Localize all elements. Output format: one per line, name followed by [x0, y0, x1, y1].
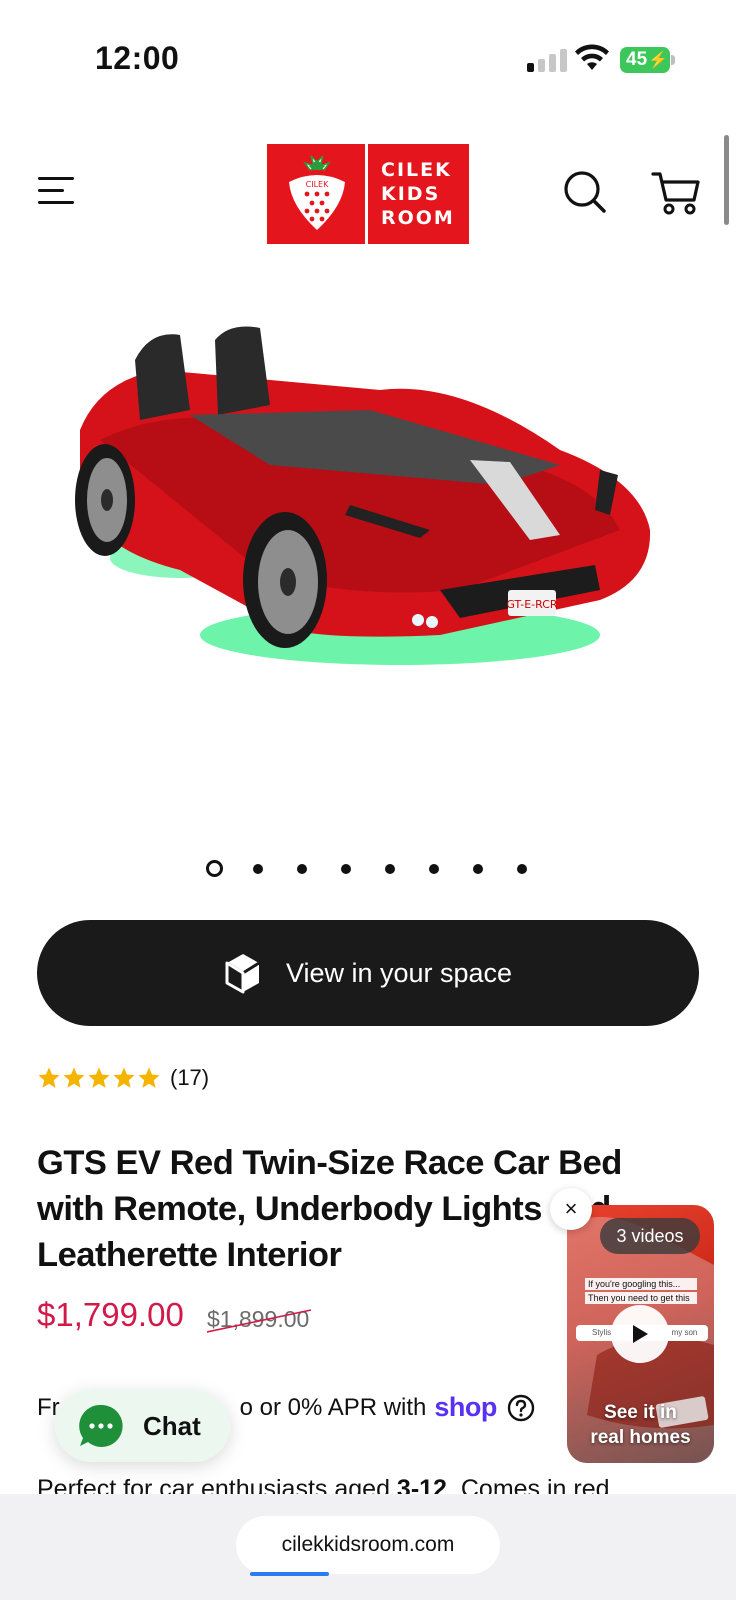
battery-level: 45 [626, 49, 648, 70]
video-count-badge: 3 videos [600, 1218, 700, 1254]
status-bar: 12:00 45 ⚡ [0, 0, 736, 120]
search-icon[interactable] [561, 168, 609, 216]
rating-stars [37, 1066, 162, 1090]
site-header: CILEK CILEK KIDS ROOM [0, 120, 736, 270]
scroll-indicator [724, 135, 729, 225]
star-icon [63, 1067, 85, 1088]
hamburger-menu-icon[interactable] [38, 175, 78, 207]
view-in-your-space-label: View in your space [285, 957, 513, 988]
logo-line-2: KIDS [381, 183, 441, 205]
view-in-your-space-button[interactable]: View in your space [37, 920, 699, 1026]
video-cta-line-2: real homes [590, 1427, 691, 1448]
brand-logo[interactable]: CILEK CILEK KIDS ROOM [267, 144, 469, 244]
browser-bottom-bar: cilekkidsroom.com [0, 1494, 736, 1600]
sale-price: $1,799.00 [37, 1296, 184, 1333]
address-bar[interactable]: cilekkidsroom.com [236, 1516, 500, 1574]
review-count: (17) [170, 1065, 210, 1090]
price-strikethrough [207, 1309, 312, 1333]
battery-charging-icon: 45 ⚡ [620, 47, 670, 73]
help-question-icon[interactable] [507, 1394, 535, 1422]
video-caption-line-1: If you're googling this... [585, 1278, 697, 1290]
video-cta-line-1: See it in [604, 1402, 677, 1423]
carousel-dot[interactable] [385, 864, 395, 874]
page-load-progress [250, 1572, 329, 1576]
see-it-in-real-homes-label: See it in real homes [567, 1400, 714, 1450]
video-search-right: my son [671, 1328, 698, 1337]
shop-pay-logo[interactable]: shop [434, 1392, 497, 1423]
cart-icon[interactable] [651, 168, 701, 216]
star-icon [38, 1067, 60, 1088]
carousel-dot[interactable] [473, 864, 483, 874]
carousel-dot[interactable] [429, 864, 439, 874]
chat-button[interactable]: Chat [55, 1390, 230, 1462]
strawberry-logo-icon: CILEK [289, 155, 345, 230]
logo-divider [365, 144, 368, 244]
close-icon[interactable]: × [550, 1188, 592, 1230]
star-icon [138, 1067, 160, 1088]
cellular-signal-icon [527, 48, 567, 72]
video-caption-line-2: Then you need to get this [585, 1292, 697, 1304]
address-bar-url: cilekkidsroom.com [281, 1533, 455, 1556]
logo-mark-text: CILEK [306, 180, 329, 189]
description-suffix: . Comes in red [446, 1475, 610, 1494]
shop-pay-text-end: o or 0% APR with [239, 1393, 427, 1421]
image-carousel-dots [0, 858, 736, 880]
status-time: 12:00 [95, 40, 180, 76]
description-prefix: Perfect for car enthusiasts aged [37, 1475, 397, 1494]
wifi-icon [575, 44, 609, 70]
logo-line-3: ROOM [381, 207, 455, 229]
star-icon [88, 1067, 110, 1088]
product-image-race-car-bed[interactable]: GT-E-RCR [40, 300, 700, 720]
description-age-range: 3-12 [396, 1475, 447, 1494]
svg-text:GT-E-RCR: GT-E-RCR [506, 598, 558, 611]
product-rating[interactable]: (17) [37, 1065, 209, 1091]
carousel-dot[interactable] [341, 864, 351, 874]
carousel-dot[interactable] [517, 864, 527, 874]
battery-tip [671, 55, 675, 65]
star-icon [113, 1067, 135, 1088]
chat-bubble-icon [79, 1404, 123, 1447]
product-description: Perfect for car enthusiasts aged 3-12. C… [37, 1474, 697, 1494]
carousel-dot[interactable] [297, 864, 307, 874]
logo-wordmark: CILEK KIDS ROOM [381, 158, 455, 230]
play-icon[interactable] [611, 1305, 669, 1363]
carousel-dot[interactable] [253, 864, 263, 874]
video-search-left: Stylis [592, 1328, 612, 1337]
logo-line-1: CILEK [381, 159, 452, 181]
chat-label: Chat [143, 1411, 201, 1441]
ar-cube-icon [225, 954, 260, 994]
carousel-dot[interactable] [205, 860, 223, 877]
